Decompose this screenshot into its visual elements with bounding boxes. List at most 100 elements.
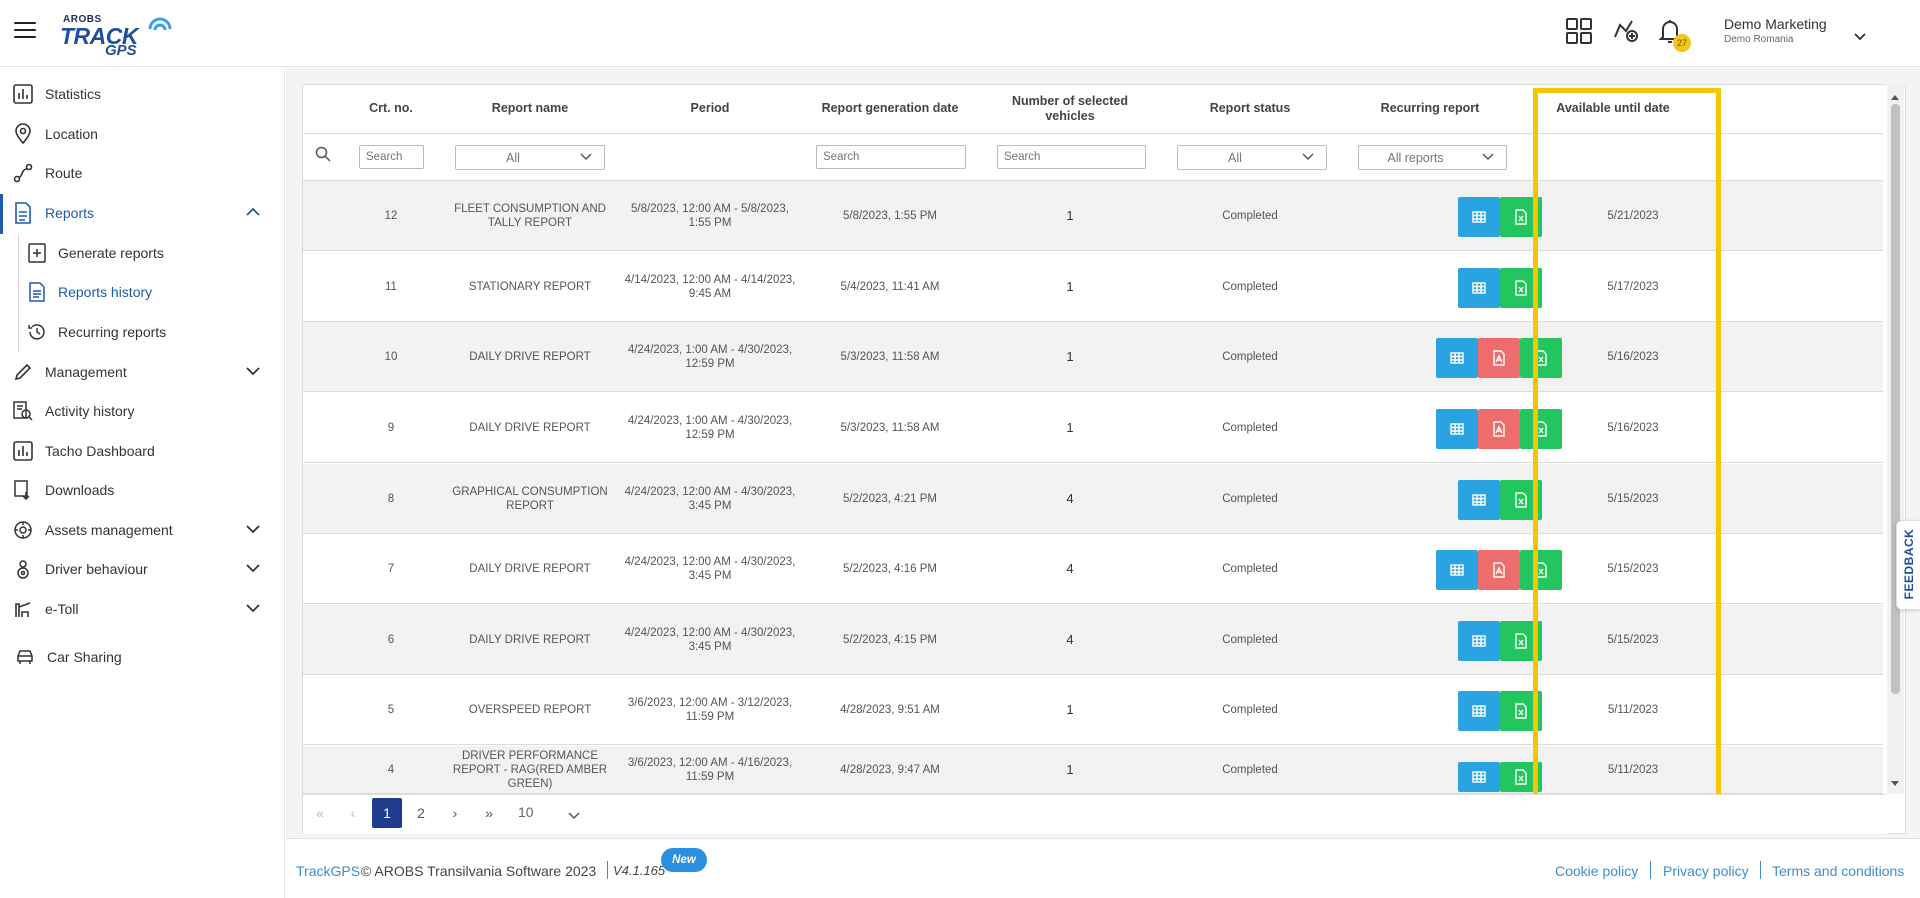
cell-vehicles: 4 [1066,561,1074,576]
table-row[interactable]: 6 DAILY DRIVE REPORT 4/24/2023, 12:00 AM -… [303,605,1883,675]
view-table-button[interactable] [1458,691,1500,731]
sidebar-item-statistics[interactable]: Statistics [0,75,284,113]
first-page-icon[interactable]: « [305,798,335,828]
footer-brand-link[interactable]: TrackGPS [296,863,360,879]
sidebar-item-label: Car Sharing [47,649,122,665]
sidebar-item-route[interactable]: Route [0,154,284,192]
table-row[interactable]: 12 FLEET CONSUMPTION AND TALLY REPORT 5/8/… [303,181,1883,251]
user-menu-chevron-icon[interactable] [1854,28,1866,46]
table-row[interactable]: 10 DAILY DRIVE REPORT 4/24/2023, 1:00 AM -… [303,322,1883,392]
next-page-icon[interactable]: › [440,798,470,828]
logo-gps: GPS [105,42,137,59]
sidebar-item-reports[interactable]: Reports [0,194,284,232]
download-excel-button[interactable] [1520,409,1562,449]
page-button-2[interactable]: 2 [406,798,436,828]
col-header-generation-date[interactable]: Report generation date [800,84,980,133]
download-excel-button[interactable] [1500,762,1542,792]
sidebar-item-e-toll[interactable]: e-Toll [0,590,284,628]
report-name-filter-select[interactable]: All [455,145,605,170]
col-header-crt-no[interactable]: Crt. no. [345,84,437,133]
col-header-period[interactable]: Period [620,84,800,133]
vehicles-search-input[interactable] [997,145,1146,169]
table-row[interactable]: 5 OVERSPEED REPORT 3/6/2023, 12:00 AM - 3/… [303,675,1883,745]
generation-date-search-input[interactable] [816,145,966,169]
sidebar-item-label: Reports history [58,284,153,300]
col-header-recurring[interactable]: Recurring report [1340,84,1520,133]
cell-period: 5/8/2023, 12:00 AM - 5/8/2023, 1:55 PM [631,203,789,229]
status-filter-select[interactable]: All [1177,145,1327,170]
download-excel-button[interactable] [1500,480,1542,520]
view-table-button[interactable] [1436,409,1478,449]
table-row[interactable]: 4 DRIVER PERFORMANCE REPORT - RAG(RED AMB… [303,746,1883,794]
download-excel-button[interactable] [1500,691,1542,731]
menu-icon[interactable] [14,22,36,40]
page-button-1[interactable]: 1 [372,798,402,828]
terms-link[interactable]: Terms and conditions [1772,863,1904,879]
view-table-button[interactable] [1458,762,1500,792]
apps-grid-icon[interactable] [1565,17,1595,47]
view-table-button[interactable] [1458,268,1500,308]
cell-crt-no: 8 [387,493,395,505]
col-header-available-until[interactable]: Available until date [1533,84,1693,133]
download-excel-button[interactable] [1500,621,1542,661]
download-excel-button[interactable] [1500,197,1542,237]
download-pdf-button[interactable] [1478,409,1520,449]
download-excel-button[interactable] [1500,268,1542,308]
sidebar-item-driver-behaviour[interactable]: Driver behaviour [0,550,284,588]
download-pdf-button[interactable] [1478,338,1520,378]
excel-icon [1515,280,1527,296]
crt-no-search-input[interactable] [359,145,424,169]
cell-report-name: DAILY DRIVE REPORT [469,563,591,575]
driver-icon [12,558,34,580]
download-icon [12,479,34,501]
chevron-down-icon [580,150,592,164]
view-table-button[interactable] [1436,550,1478,590]
download-excel-button[interactable] [1520,550,1562,590]
sidebar-item-activity-history[interactable]: Activity history [0,392,284,430]
privacy-policy-link[interactable]: Privacy policy [1663,863,1749,879]
sidebar-item-car-sharing[interactable]: Car Sharing [0,638,284,676]
sidebar-item-generate-reports[interactable]: Generate reports [0,234,284,272]
sidebar-item-label: Downloads [45,482,115,498]
sidebar-item-recurring-reports[interactable]: Recurring reports [0,313,284,351]
user-name[interactable]: Demo Marketing [1724,16,1827,32]
sidebar-item-tacho-dashboard[interactable]: Tacho Dashboard [0,432,284,470]
cookie-policy-link[interactable]: Cookie policy [1555,863,1638,879]
cell-period: 4/24/2023, 12:00 AM - 4/30/2023, 3:45 PM [624,556,796,582]
sidebar-item-downloads[interactable]: Downloads [0,471,284,509]
download-excel-button[interactable] [1520,338,1562,378]
page-size-select[interactable]: 10 [506,798,586,828]
cell-available-until: 5/15/2023 [1607,634,1659,646]
document-icon [12,202,34,224]
table-row[interactable]: 8 GRAPHICAL CONSUMPTION REPORT 4/24/2023, … [303,464,1883,534]
last-page-icon[interactable]: » [474,798,504,828]
trackgps-logo[interactable]: AROBS TRACK GPS [60,14,180,59]
col-header-vehicles[interactable]: Number of selected vehicles [990,84,1150,133]
cell-vehicles: 4 [1066,632,1074,647]
view-table-button[interactable] [1458,197,1500,237]
vehicle-add-icon[interactable] [1612,17,1642,47]
sidebar-item-management[interactable]: Management [0,353,284,391]
table-row[interactable]: 7 DAILY DRIVE REPORT 4/24/2023, 12:00 AM -… [303,534,1883,604]
sidebar-item-reports-history[interactable]: Reports history [0,273,284,311]
sidebar-item-label: Route [45,165,83,181]
col-header-status[interactable]: Report status [1160,84,1340,133]
table-row[interactable]: 11 STATIONARY REPORT 4/14/2023, 12:00 AM -… [303,252,1883,322]
col-header-report-name[interactable]: Report name [440,84,620,133]
table-row[interactable]: 9 DAILY DRIVE REPORT 4/24/2023, 1:00 AM - … [303,393,1883,463]
pdf-icon [1493,350,1505,366]
sidebar-item-location[interactable]: Location [0,115,284,153]
view-table-button[interactable] [1458,621,1500,661]
recurring-filter-select[interactable]: All reports [1358,145,1507,170]
excel-icon [1535,421,1547,437]
scroll-up-icon[interactable] [1890,88,1900,106]
prev-page-icon[interactable]: ‹ [338,798,368,828]
view-table-button[interactable] [1458,480,1500,520]
view-table-button[interactable] [1436,338,1478,378]
sidebar-item-assets-management[interactable]: Assets management [0,511,284,549]
select-value: All reports [1387,151,1444,165]
scroll-down-icon[interactable] [1890,775,1900,793]
feedback-tab[interactable]: FEEDBACK [1896,520,1920,610]
download-pdf-button[interactable] [1478,550,1520,590]
cell-crt-no: 9 [387,422,395,434]
